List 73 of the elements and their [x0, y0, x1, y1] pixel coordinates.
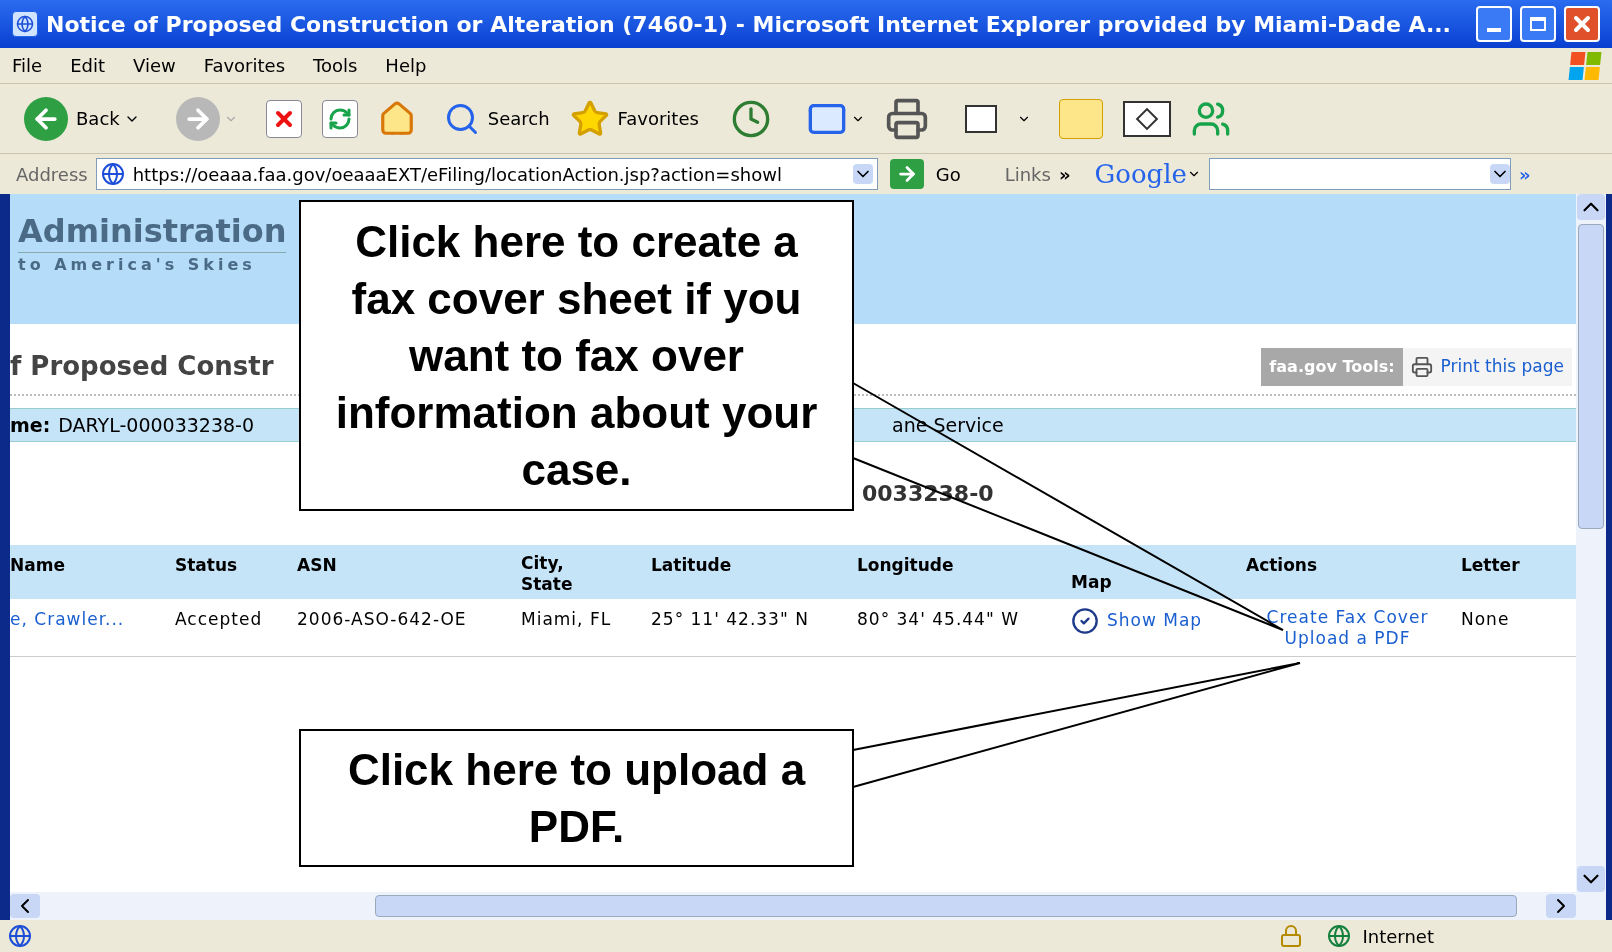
address-label: Address — [16, 162, 88, 187]
menu-item[interactable]: Favorites — [203, 52, 285, 79]
tools-label: faa.gov Tools: — [1268, 356, 1396, 378]
action-link[interactable]: Upload a PDF — [1284, 628, 1411, 650]
links-chevron[interactable]: » — [1058, 160, 1071, 188]
column-header: Longitude — [857, 554, 955, 577]
info-value: DARYL-000033238-0 — [58, 412, 255, 438]
page-icon — [8, 924, 32, 948]
printer-icon — [1410, 356, 1433, 378]
history-icon — [730, 98, 771, 139]
close-button[interactable] — [1564, 6, 1600, 42]
google-search-field[interactable] — [1208, 158, 1511, 190]
window-title: Notice of Proposed Construction or Alteration (7460-1) - Microsoft Internet Explorer provided by Miami-Dade A... — [46, 10, 1452, 39]
column-header: Map — [1071, 570, 1113, 594]
action-link[interactable]: Create Fax Cover — [1266, 607, 1429, 629]
info-label: me: — [10, 412, 51, 438]
go-button[interactable]: Go — [885, 159, 965, 189]
note-icon — [1058, 98, 1103, 139]
globe-icon — [1326, 924, 1351, 948]
search-button[interactable]: Search — [439, 100, 554, 137]
minimize-button[interactable] — [1476, 6, 1512, 42]
print-link[interactable]: Print this page — [1402, 348, 1572, 386]
printer-icon — [884, 96, 929, 141]
table-cell-text: 25° 11' 42.33" N — [651, 608, 810, 631]
table-cell-text: 80° 34' 45.44" W — [857, 608, 1020, 631]
stop-icon — [265, 99, 302, 138]
browser-icon — [12, 11, 38, 37]
callout-box: Click here to upload a PDF. — [299, 729, 854, 867]
address-field[interactable]: https://oeaaa.faa.gov/oeaaaEXT/eFiling/locationAction.jsp?action=showl — [95, 158, 878, 190]
zone-label: Internet — [1362, 924, 1434, 949]
column-header: Status — [175, 554, 239, 577]
column-header: Name — [10, 554, 66, 577]
column-header: ASN — [297, 554, 338, 577]
restore-button[interactable] — [1520, 6, 1556, 42]
menu-item[interactable]: File — [12, 52, 43, 79]
back-button[interactable]: Back — [20, 96, 144, 141]
table-cell-text: Miami, FL — [521, 608, 613, 631]
table-cell-text: Accepted — [175, 608, 264, 631]
table-cell-text: 2006-ASO-642-OE — [297, 608, 468, 631]
menu-item[interactable]: View — [133, 52, 176, 79]
checkmark-icon — [1071, 607, 1099, 635]
scroll-down-icon[interactable] — [1577, 866, 1605, 892]
page-icon — [100, 162, 125, 186]
more-chevron[interactable]: » — [1518, 160, 1531, 188]
callout-box: Click here to create a fax cover sheet if you want to fax over information about your case. — [299, 200, 854, 511]
windows-logo-icon — [1568, 51, 1602, 80]
lock-icon — [1278, 924, 1303, 948]
agency-name: Administration — [18, 210, 287, 253]
horizontal-scrollbar[interactable] — [10, 892, 1606, 920]
name-link[interactable]: e, Crawler... — [10, 607, 175, 633]
column-header: Actions — [1246, 554, 1319, 577]
scroll-up-icon[interactable] — [1577, 194, 1605, 220]
page-heading: f Proposed Constr — [10, 350, 274, 383]
scroll-right-icon[interactable] — [1546, 894, 1576, 918]
column-header: City, State — [521, 553, 574, 596]
column-header: Letter — [1461, 554, 1521, 577]
tagline: to America's Skies — [18, 254, 256, 276]
scroll-left-icon[interactable] — [10, 894, 40, 918]
table-cell-text: None — [1461, 608, 1511, 631]
vertical-scrollbar[interactable] — [1576, 194, 1606, 892]
menu-item[interactable]: Edit — [70, 52, 105, 79]
menu-item[interactable]: Help — [385, 52, 427, 79]
diamond-window-icon — [1122, 100, 1171, 137]
google-button[interactable]: Google — [1094, 154, 1201, 194]
menu-item[interactable]: Tools — [313, 52, 358, 79]
links-label[interactable]: Links — [1004, 160, 1051, 188]
refresh-icon — [321, 99, 358, 138]
show-map-link[interactable]: Show Map — [1071, 607, 1246, 635]
document-icon — [964, 104, 997, 133]
favorites-button[interactable]: Favorites — [565, 98, 703, 139]
star-icon — [569, 98, 610, 139]
column-header: Latitude — [651, 554, 733, 577]
info-right-text: ane Service — [892, 412, 1004, 438]
